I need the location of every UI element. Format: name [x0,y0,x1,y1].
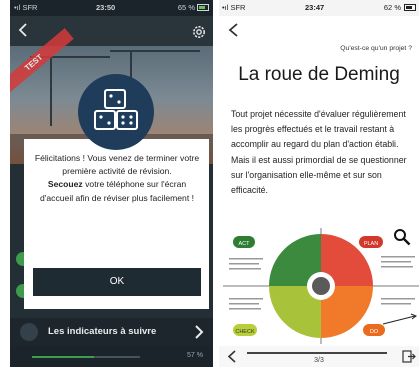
deming-wheel-figure[interactable]: ACT PLAN CHECK DO [223,228,419,344]
chevron-right-icon [195,325,204,339]
list-item-label: Les indicateurs à suivre [48,326,157,337]
lesson-circle-icon [20,323,38,341]
top-bar [10,16,213,46]
status-bar: •ıl SFR 23:47 62 % [219,0,419,16]
act-label: ACT [239,241,251,247]
battery-percent: 65 % [177,3,195,12]
right-phone-screen: •ıl SFR 23:47 62 % Qu'est-ce qu'un proje… [219,0,419,367]
page-progress-bar [247,352,387,354]
carrier-label: •ıl SFR [222,3,246,12]
clock: 23:50 [96,3,116,12]
battery-percent: 62 % [383,3,401,12]
check-label: CHECK [235,329,255,335]
pager-footer: 3/3 [219,346,419,367]
status-bar: •ıl SFR 23:50 65 % [10,0,213,16]
left-phone-screen: •ıl SFR 23:50 65 % TEST Les indicateurs … [10,0,213,367]
exit-icon[interactable] [402,350,416,363]
progress-label: 57 % [187,352,203,359]
plan-label: PLAN [364,241,378,247]
battery-icon [197,4,209,11]
back-arrow-icon[interactable] [16,22,32,38]
progress-footer: 57 % [10,346,213,367]
battery-icon [404,4,416,11]
page-indicator: 3/3 [314,357,324,364]
ok-button[interactable]: OK [33,268,201,296]
progress-bar [32,356,140,358]
back-arrow-icon[interactable] [227,22,241,38]
carrier-label: •ıl SFR [14,3,38,12]
body-paragraph: Tout projet nécessite d'évaluer régulièr… [231,109,407,196]
page-title: La roue de Deming [238,64,400,85]
list-item[interactable]: Les indicateurs à suivre [10,318,213,346]
gear-icon[interactable] [191,24,207,40]
question-link[interactable]: Qu'est-ce qu'un projet ? [340,45,412,52]
clock: 23:47 [305,3,325,12]
do-label: DO [370,329,379,335]
zoom-magnifier-icon[interactable] [393,228,411,246]
